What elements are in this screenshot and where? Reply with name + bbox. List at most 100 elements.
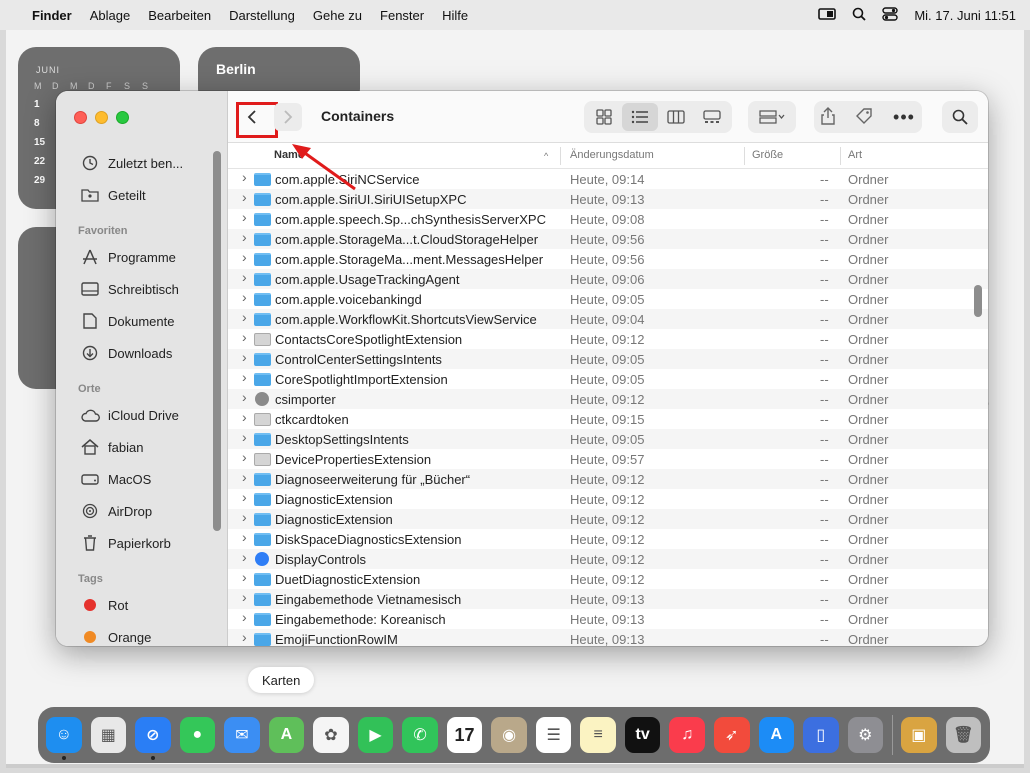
table-row[interactable]: › DiagnosticExtension Heute, 09:12 -- Ordner [228, 489, 988, 509]
table-row[interactable]: › com.apple.StorageMa...ment.MessagesHelp… [228, 249, 988, 269]
column-size[interactable]: Größe [752, 149, 783, 161]
table-row[interactable]: › Diagnoseerweiterung für „Bücher“ Heute, … [228, 469, 988, 489]
table-row[interactable]: › ctkcardtoken Heute, 09:15 -- Ordner [228, 409, 988, 429]
table-row[interactable]: › ControlCenterSettingsIntents Heute, 09:0… [228, 349, 988, 369]
sidebar-item-schreibtisch[interactable]: Schreibtisch [56, 273, 216, 305]
dock-archive-icon[interactable]: ▣ [901, 717, 937, 753]
dock-messages-icon[interactable]: ● [179, 717, 216, 753]
dock-finder-icon[interactable]: ☺ [46, 717, 82, 760]
sidebar-tag-rot[interactable]: Rot [56, 589, 216, 621]
dock-app-store-icon[interactable]: A [758, 717, 795, 753]
table-row[interactable]: › com.apple.voicebankingd Heute, 09:05 -- Or… [228, 289, 988, 309]
zoom-button[interactable] [116, 111, 129, 124]
dock-notes-icon[interactable]: ≡ [580, 717, 616, 753]
dock-rocket-icon[interactable]: ➶ [713, 717, 750, 753]
disclosure-chevron-icon[interactable]: › [242, 589, 247, 605]
sidebar-item-zuletzt-ben-[interactable]: Zuletzt ben... [56, 147, 216, 179]
control-center-icon[interactable] [882, 6, 899, 24]
column-date[interactable]: Änderungsdatum [570, 149, 654, 161]
minimize-button[interactable] [95, 111, 108, 124]
disclosure-chevron-icon[interactable]: › [242, 369, 247, 385]
table-row[interactable]: › csimporter Heute, 09:12 -- Ordner [228, 389, 988, 409]
disclosure-chevron-icon[interactable]: › [242, 249, 247, 265]
menu-item-finder[interactable]: Finder [32, 8, 72, 23]
dock-reminders-icon[interactable]: ☰ [535, 717, 572, 753]
disclosure-chevron-icon[interactable]: › [242, 289, 247, 305]
table-row[interactable]: › ContactsCoreSpotlightExtension Heute, 09… [228, 329, 988, 349]
sidebar-item-dokumente[interactable]: Dokumente [56, 305, 216, 337]
table-row[interactable]: › Eingabemethode Vietnamesisch Heute, 09:1… [228, 589, 988, 609]
dock-mail-icon[interactable]: ✉ [224, 717, 260, 753]
group-by-button[interactable] [748, 101, 796, 133]
menu-item-ablage[interactable]: Ablage [90, 8, 130, 23]
dock-photos-icon[interactable]: ✿ [313, 717, 349, 753]
sidebar-item-programme[interactable]: Programme [56, 241, 216, 273]
menu-item-gehe-zu[interactable]: Gehe zu [313, 8, 362, 23]
spotlight-search-icon[interactable] [852, 7, 866, 24]
more-options-icon[interactable]: ••• [893, 107, 915, 128]
gallery-view-button[interactable] [694, 103, 730, 131]
table-row[interactable]: › DiagnosticExtension Heute, 09:12 -- Ordner [228, 509, 988, 529]
menubar-clock[interactable]: Mi. 17. Juni 11:51 [914, 8, 1016, 23]
menu-item-darstellung[interactable]: Darstellung [229, 8, 295, 23]
disclosure-chevron-icon[interactable]: › [242, 489, 247, 505]
disclosure-chevron-icon[interactable]: › [242, 169, 247, 185]
dock-facetime-icon[interactable]: ▶ [357, 717, 394, 753]
sidebar-item-airdrop[interactable]: AirDrop [56, 495, 216, 527]
dock-launchpad-icon[interactable]: ▦ [90, 717, 127, 753]
table-row[interactable]: › CoreSpotlightImportExtension Heute, 09:0… [228, 369, 988, 389]
menu-item-hilfe[interactable]: Hilfe [442, 8, 468, 23]
sidebar-tag-orange[interactable]: Orange [56, 621, 216, 646]
disclosure-chevron-icon[interactable]: › [242, 549, 247, 565]
dock-maps-icon[interactable]: A [268, 717, 305, 753]
disclosure-chevron-icon[interactable]: › [242, 189, 247, 205]
disclosure-chevron-icon[interactable]: › [242, 569, 247, 585]
table-row[interactable]: › Eingabemethode: Koreanisch Heute, 09:13 -… [228, 609, 988, 629]
table-row[interactable]: › EmojiFunctionRowIM Heute, 09:13 -- Ordner [228, 629, 988, 646]
disclosure-chevron-icon[interactable]: › [242, 469, 247, 485]
table-row[interactable]: › com.apple.WorkflowKit.ShortcutsViewServ… [228, 309, 988, 329]
disclosure-chevron-icon[interactable]: › [242, 409, 247, 425]
dock-safari-icon[interactable]: ⊘ [135, 717, 171, 760]
menu-item-bearbeiten[interactable]: Bearbeiten [148, 8, 211, 23]
search-button[interactable] [942, 101, 978, 133]
table-row[interactable]: › com.apple.SiriNCService Heute, 09:14 -- Or… [228, 169, 988, 189]
close-button[interactable] [74, 111, 87, 124]
disclosure-chevron-icon[interactable]: › [242, 629, 247, 645]
disclosure-chevron-icon[interactable]: › [242, 509, 247, 525]
disclosure-chevron-icon[interactable]: › [242, 229, 247, 245]
column-kind[interactable]: Art [848, 149, 862, 161]
dock-iphone-mirroring-icon[interactable]: ▯ [803, 717, 839, 753]
tag-icon[interactable] [855, 107, 873, 128]
dock-system-settings-icon[interactable]: ⚙ [847, 717, 884, 753]
dock-trash-icon[interactable]: 🗑 [945, 717, 982, 753]
table-row[interactable]: › DuetDiagnosticExtension Heute, 09:12 -- Or… [228, 569, 988, 589]
screen-mirroring-icon[interactable] [818, 7, 837, 24]
share-icon[interactable] [821, 106, 835, 128]
sidebar-item-geteilt[interactable]: Geteilt [56, 179, 216, 211]
dock-music-icon[interactable]: ♫ [669, 717, 705, 753]
column-name[interactable]: Name [274, 149, 304, 161]
disclosure-chevron-icon[interactable]: › [242, 329, 247, 345]
list-view-button[interactable] [622, 103, 658, 131]
table-row[interactable]: › DesktopSettingsIntents Heute, 09:05 -- Ord… [228, 429, 988, 449]
table-row[interactable]: › com.apple.UsageTrackingAgent Heute, 09:0… [228, 269, 988, 289]
file-list-scrollbar[interactable] [974, 285, 982, 317]
table-row[interactable]: › DiskSpaceDiagnosticsExtension Heute, 09:… [228, 529, 988, 549]
disclosure-chevron-icon[interactable]: › [242, 449, 247, 465]
disclosure-chevron-icon[interactable]: › [242, 529, 247, 545]
disclosure-chevron-icon[interactable]: › [242, 209, 247, 225]
disclosure-chevron-icon[interactable]: › [242, 349, 247, 365]
sidebar-item-icloud-drive[interactable]: iCloud Drive [56, 399, 216, 431]
sidebar-item-fabian[interactable]: fabian [56, 431, 216, 463]
dock-phone-icon[interactable]: ✆ [402, 717, 438, 753]
dock-tv-icon[interactable]: tv [624, 717, 661, 753]
dock-calendar-icon[interactable]: 17 [446, 717, 483, 753]
disclosure-chevron-icon[interactable]: › [242, 429, 247, 445]
icon-view-button[interactable] [586, 103, 622, 131]
forward-button[interactable] [274, 103, 302, 131]
sidebar-item-papierkorb[interactable]: Papierkorb [56, 527, 216, 559]
table-row[interactable]: › com.apple.SiriUI.SiriUISetupXPC Heute, 0… [228, 189, 988, 209]
disclosure-chevron-icon[interactable]: › [242, 309, 247, 325]
table-row[interactable]: › com.apple.StorageMa...t.CloudStorageHel… [228, 229, 988, 249]
